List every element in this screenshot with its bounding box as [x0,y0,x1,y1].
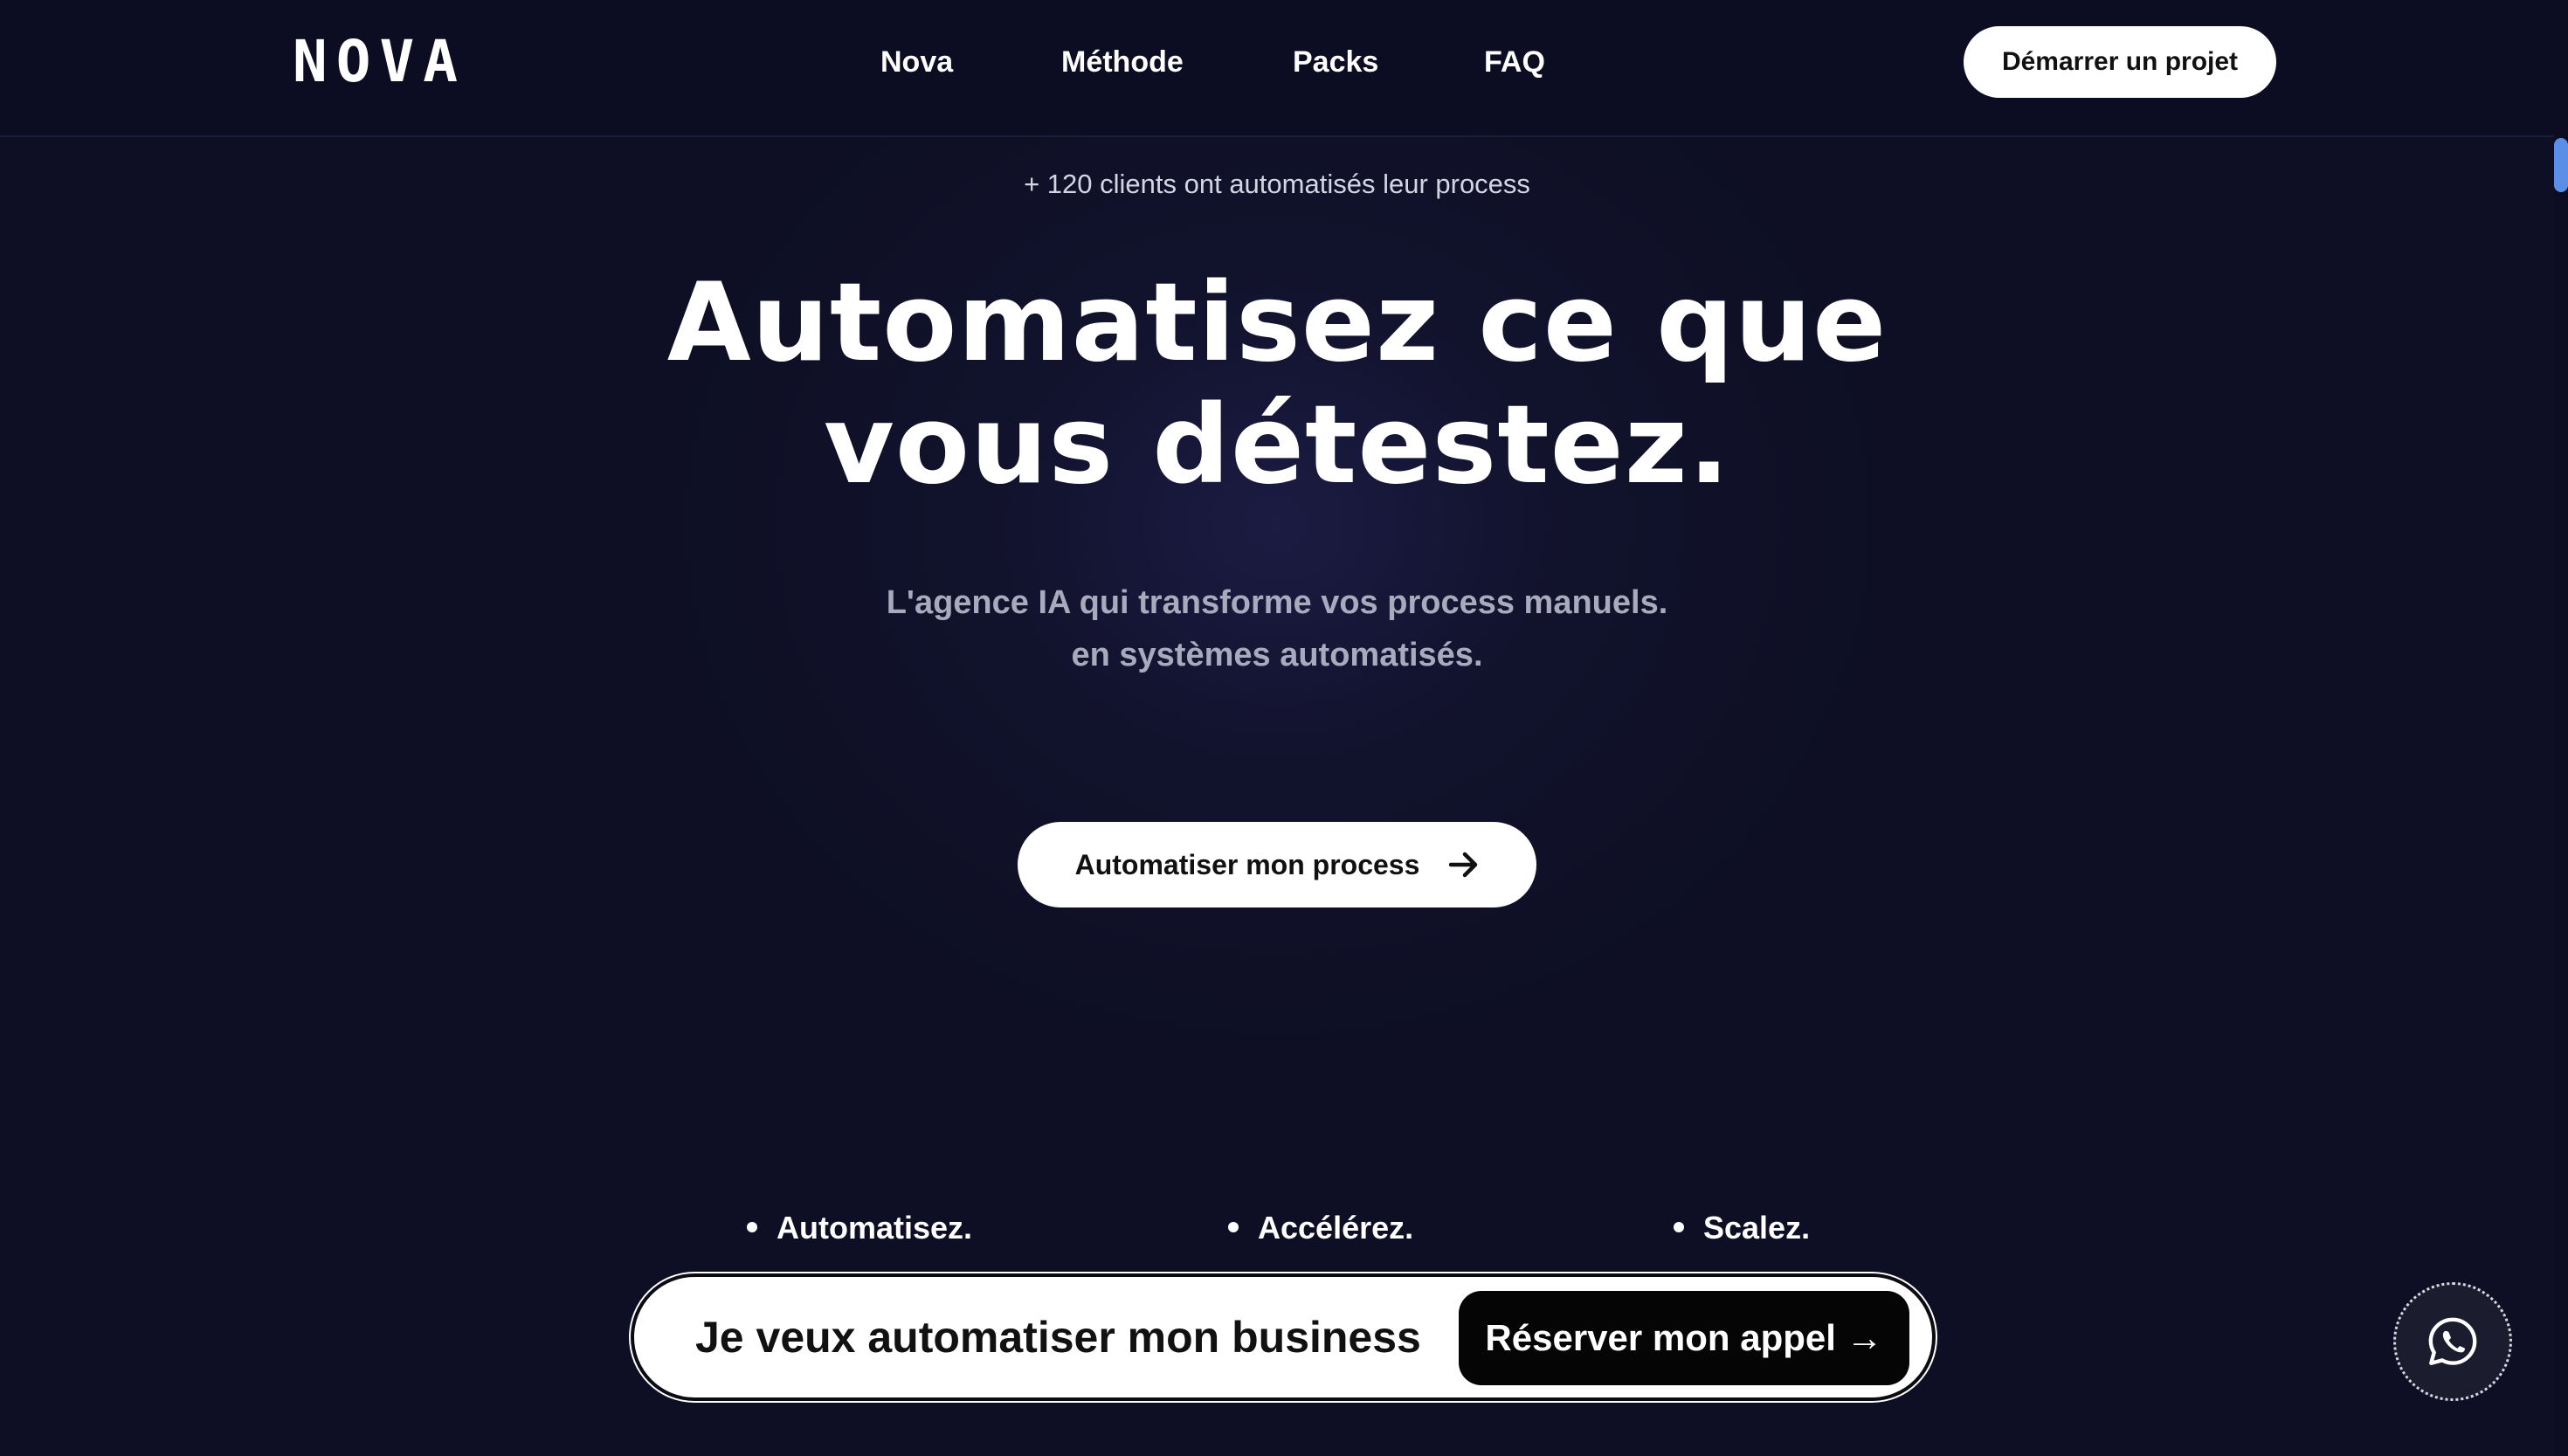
bullet-dot [747,1222,757,1233]
whatsapp-button[interactable] [2393,1282,2512,1401]
bullet-dot [1228,1222,1239,1233]
hero-title-line-1: Automatisez ce que [666,260,1888,386]
logo[interactable]: NOVA [293,31,466,93]
benefit-label: Automatisez. [777,1210,973,1246]
benefit-item-scale: Scalez. [1674,1204,1810,1252]
navbar: NOVA Nova Méthode Packs FAQ Démarrer un … [0,0,2568,137]
hero-title: Automatisez ce que vous détestez. [0,262,2554,507]
hero-subtitle: L'agence IA qui transforme vos process m… [0,576,2554,681]
sticky-bar-text: Je veux automatiser mon business [695,1313,1421,1362]
automate-process-label: Automatiser mon process [1074,848,1420,880]
hero-subtitle-line-2: en systèmes automatisés. [1071,637,1483,673]
benefit-label: Accélérez. [1258,1210,1414,1246]
hero-title-line-2: vous détestez. [824,383,1730,508]
automate-process-button[interactable]: Automatiser mon process [1018,822,1536,907]
bullet-dot [1674,1222,1684,1233]
arrow-right-icon [1449,852,1478,878]
hero-subtitle-line-1: L'agence IA qui transforme vos process m… [886,584,1668,621]
benefit-label: Scalez. [1703,1210,1811,1246]
nav-link-nova[interactable]: Nova [880,40,953,84]
scrollbar-track[interactable] [2554,0,2568,1456]
benefit-item-accelerate: Accélérez. [1228,1204,1413,1252]
book-call-button[interactable]: Réserver mon appel → [1459,1291,1909,1385]
sticky-cta-bar: Je veux automatiser mon business Réserve… [631,1273,1936,1401]
benefit-item-automate: Automatisez. [747,1204,972,1252]
whatsapp-icon [2428,1317,2477,1365]
clients-note: + 120 clients ont automatisés leur proce… [1024,169,1530,199]
start-project-button[interactable]: Démarrer un projet [1964,26,2276,98]
nav-link-faq[interactable]: FAQ [1484,40,1545,84]
scrollbar-thumb[interactable] [2554,138,2568,192]
nav-link-packs[interactable]: Packs [1293,40,1378,84]
nav-link-methode[interactable]: Méthode [1061,40,1184,84]
